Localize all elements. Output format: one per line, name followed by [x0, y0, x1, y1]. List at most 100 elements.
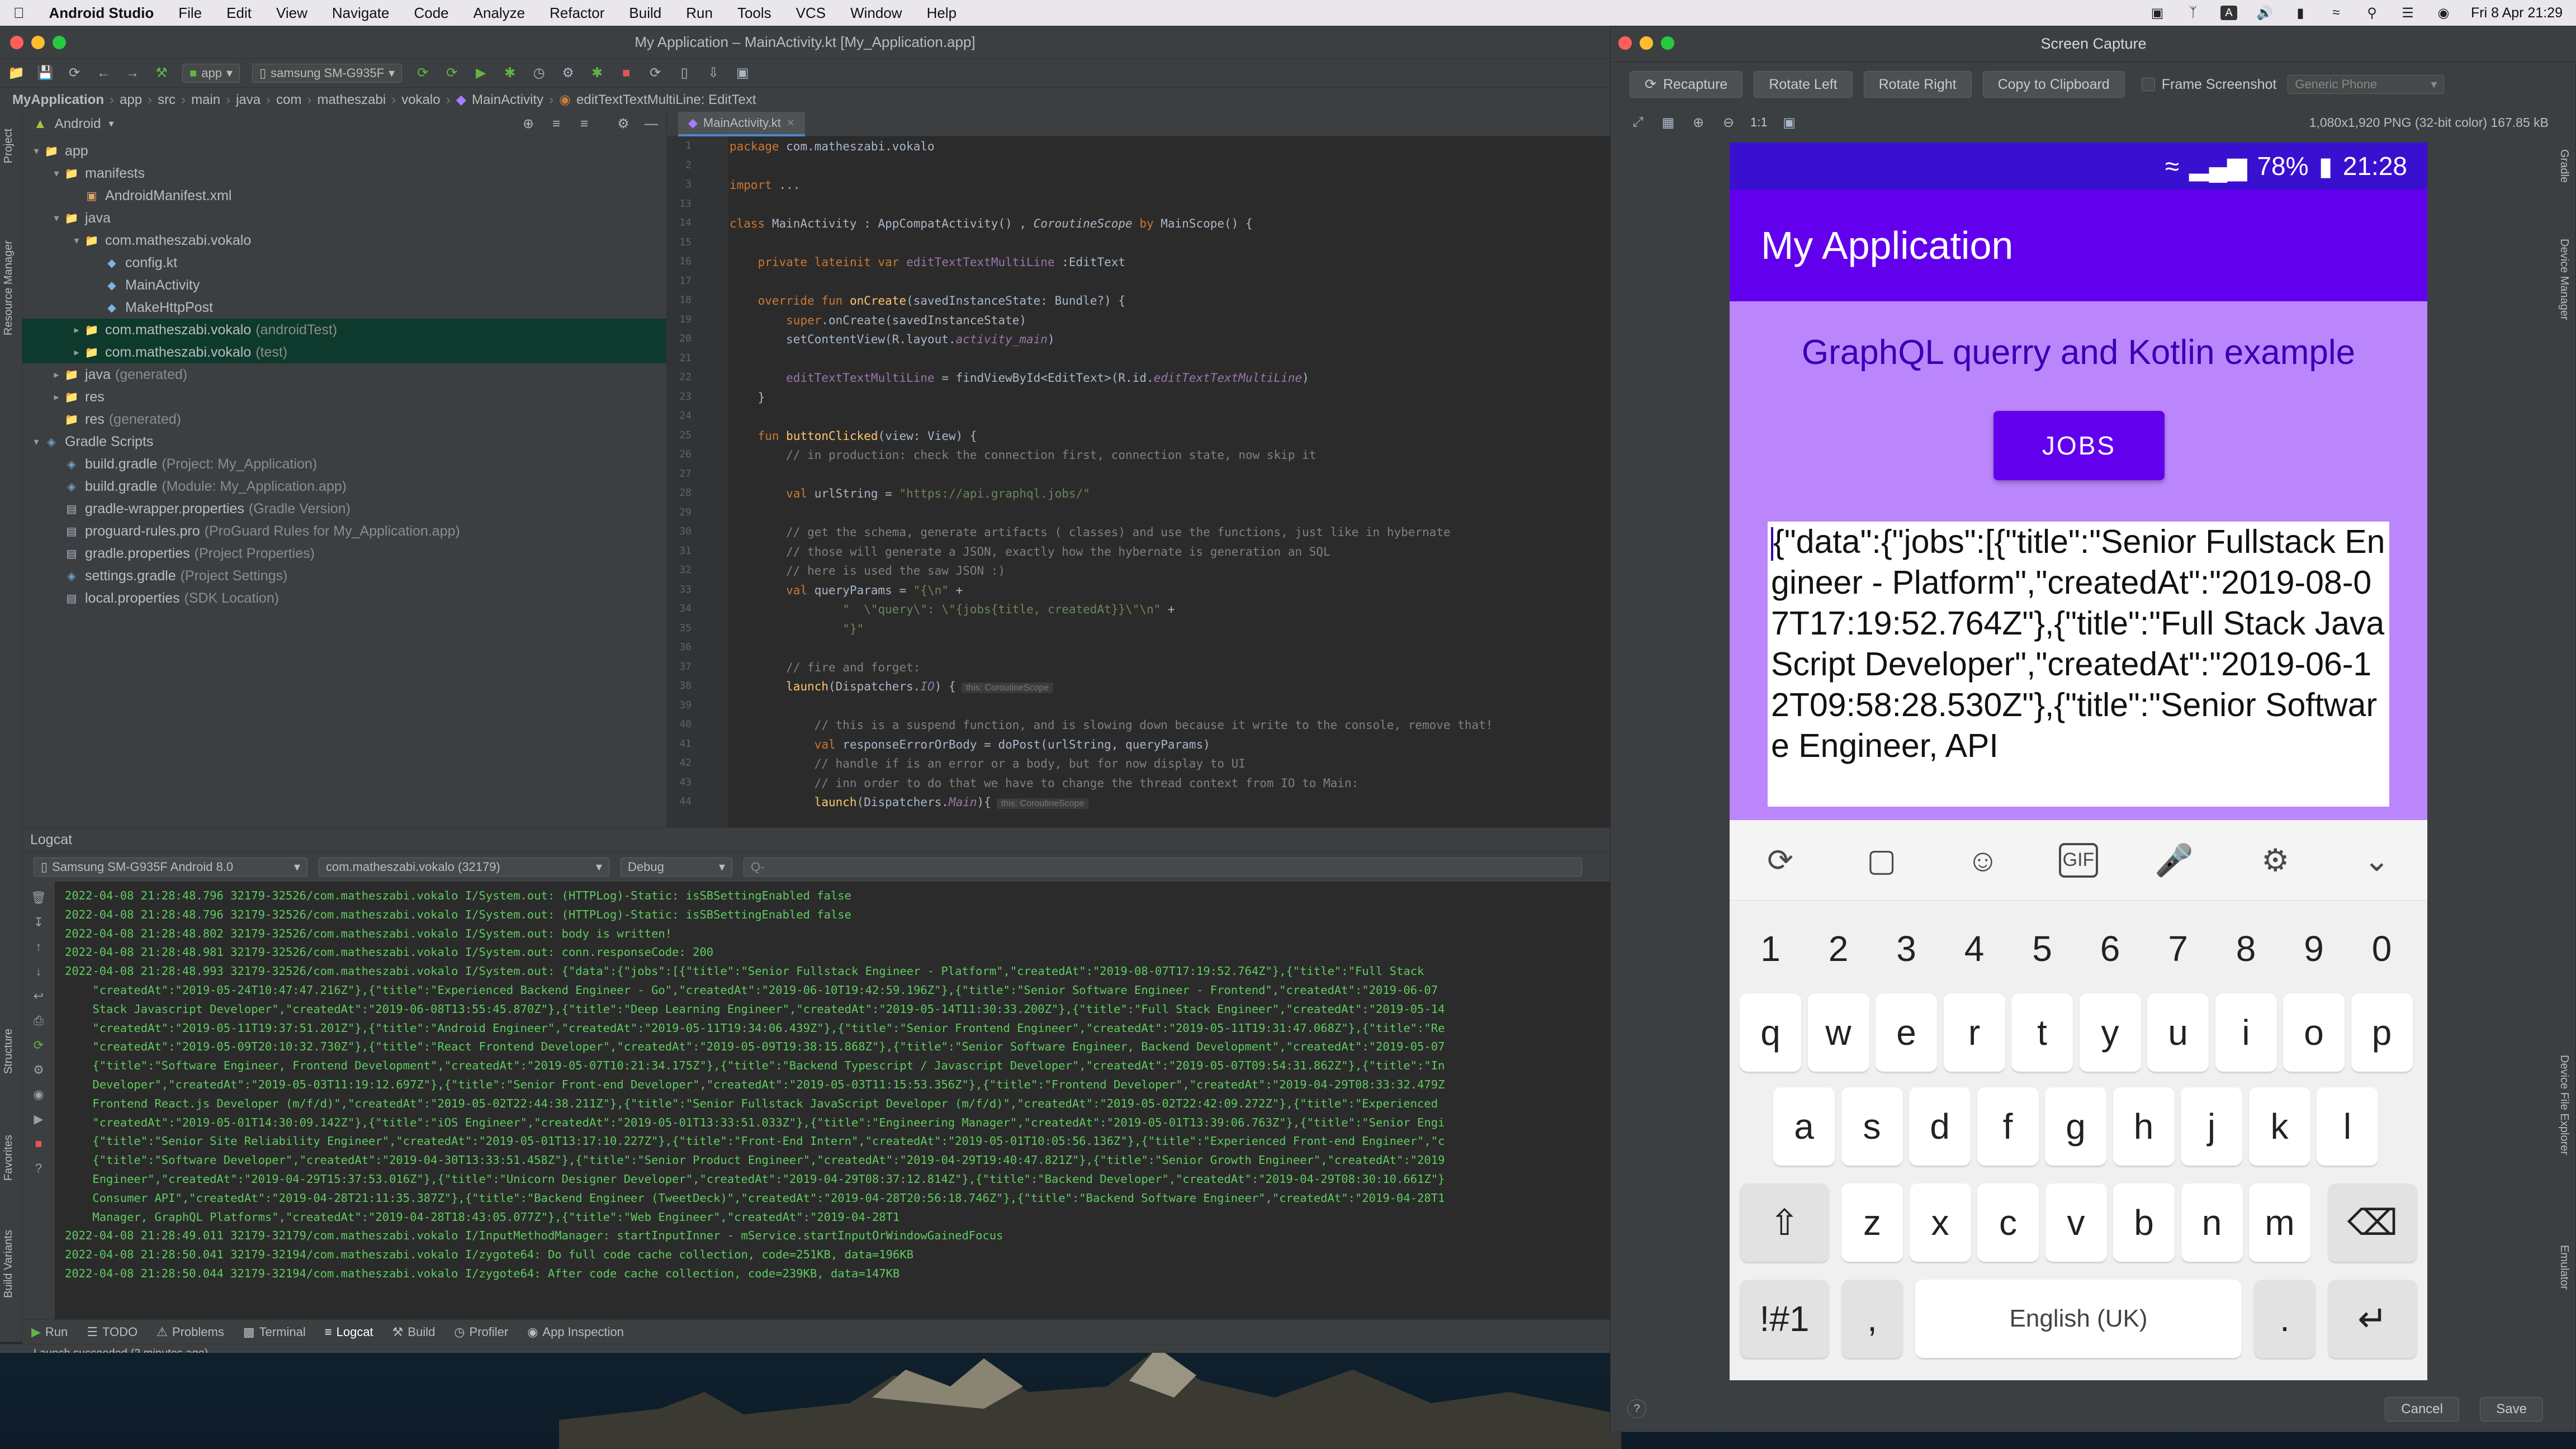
logcat-search-input[interactable]: Q-: [744, 857, 1582, 877]
menu-edit[interactable]: Edit: [226, 4, 252, 22]
menu-help[interactable]: Help: [927, 4, 956, 22]
letter-key[interactable]: n: [2181, 1183, 2243, 1262]
letter-key[interactable]: v: [2045, 1183, 2107, 1262]
letter-key[interactable]: q: [1740, 993, 1801, 1072]
menu-build[interactable]: Build: [629, 4, 661, 22]
image-icon[interactable]: ▣: [1781, 114, 1798, 131]
tree-item[interactable]: ◈ settings.gradle (Project Settings): [22, 565, 666, 587]
tree-item[interactable]: 📁 res (generated): [22, 408, 666, 430]
recapture-button[interactable]: ⟳ Recapture: [1630, 71, 1743, 98]
menu-code[interactable]: Code: [414, 4, 448, 22]
sdk-manager-icon[interactable]: ⇩: [705, 65, 722, 82]
letter-key[interactable]: f: [1977, 1087, 2039, 1166]
zoom-level[interactable]: 1:1: [1750, 115, 1768, 130]
expand-arrow-icon[interactable]: ▾: [49, 212, 64, 224]
gif-icon[interactable]: GIF: [2058, 842, 2098, 878]
period-key[interactable]: .: [2254, 1280, 2315, 1358]
gear-icon[interactable]: ⚙: [615, 116, 632, 132]
expand-arrow-icon[interactable]: ▸: [69, 347, 84, 358]
attach-icon[interactable]: ⚙: [560, 65, 576, 82]
tree-item[interactable]: ▾ 📁 manifests: [22, 162, 666, 184]
debug-attach-icon[interactable]: ✱: [589, 65, 605, 82]
close-icon[interactable]: ✕: [787, 117, 795, 129]
number-key[interactable]: 8: [2215, 915, 2277, 982]
expand-arrow-icon[interactable]: ▾: [69, 235, 84, 247]
tree-item[interactable]: ▸ 📁 com.matheszabi.vokalo (test): [22, 341, 666, 363]
logcat-device-select[interactable]: ▯ Samsung SM-G935F Android 8.0 ▾: [34, 857, 307, 877]
breadcrumb-item[interactable]: java: [236, 92, 261, 108]
menu-view[interactable]: View: [276, 4, 307, 22]
hide-icon[interactable]: —: [643, 116, 660, 132]
tab-build-variants[interactable]: Build Variants: [2, 1230, 15, 1298]
menu-file[interactable]: File: [178, 4, 202, 22]
menu-analyze[interactable]: Analyze: [473, 4, 525, 22]
tree-item[interactable]: ▤ proguard-rules.pro (ProGuard Rules for M…: [22, 520, 666, 542]
minimize-icon[interactable]: [1640, 36, 1653, 50]
gear-icon[interactable]: ⚙: [2250, 835, 2300, 886]
grid-icon[interactable]: ▦: [1660, 114, 1677, 131]
tab-project[interactable]: Project: [2, 129, 15, 163]
expand-arrow-icon[interactable]: ▾: [29, 436, 44, 448]
backspace-key[interactable]: ⌫: [2328, 1183, 2417, 1262]
apply-changes-icon[interactable]: ⟳: [414, 65, 431, 82]
letter-key[interactable]: b: [2113, 1183, 2175, 1262]
checkbox[interactable]: [2141, 78, 2155, 91]
logcat-level-select[interactable]: Debug ▾: [621, 857, 732, 877]
letter-key[interactable]: c: [1977, 1183, 2039, 1262]
breadcrumb-item[interactable]: MyApplication: [12, 92, 104, 108]
symbols-key[interactable]: !#1: [1740, 1280, 1829, 1358]
zoom-icon[interactable]: [1661, 36, 1674, 50]
logcat-output[interactable]: 2022-04-08 21:28:48.796 32179-32526/com.…: [22, 886, 1610, 1280]
number-key[interactable]: 5: [2011, 915, 2073, 982]
number-key[interactable]: 0: [2351, 915, 2413, 982]
multiline-edit-text[interactable]: {"data":{"jobs":[{"title":"Senior Fullst…: [1768, 522, 2389, 807]
translate-icon[interactable]: ⟳: [1755, 835, 1806, 886]
device-select[interactable]: ▯ samsung SM-G935F ▾: [252, 63, 402, 83]
tab-mainactivity[interactable]: ◆ MainActivity.kt ✕: [678, 112, 805, 136]
letter-key[interactable]: h: [2113, 1087, 2175, 1166]
copy-clipboard-button[interactable]: Copy to Clipboard: [1982, 71, 2125, 98]
tree-item[interactable]: ▤ gradle-wrapper.properties (Gradle Versio…: [22, 498, 666, 520]
a-icon[interactable]: A: [2220, 6, 2238, 20]
save-icon[interactable]: 💾: [37, 65, 54, 82]
tab-logcat[interactable]: ≡ Logcat: [325, 1325, 373, 1339]
volume-icon[interactable]: 🔊: [2256, 6, 2273, 21]
bluetooth-icon[interactable]: ᛉ: [2185, 5, 2201, 20]
breadcrumb-item[interactable]: editTextTextMultiLine: EditText: [576, 92, 756, 108]
breadcrumb-item[interactable]: src: [158, 92, 176, 108]
layout-inspector-icon[interactable]: ▣: [734, 65, 751, 82]
tab-profiler[interactable]: ◷ Profiler: [454, 1325, 508, 1339]
letter-key[interactable]: r: [1943, 993, 2005, 1072]
tab-structure[interactable]: Structure: [2, 1029, 15, 1074]
menu-window[interactable]: Window: [850, 4, 902, 22]
tab-device-file-explorer[interactable]: Device File Explorer: [2558, 1055, 2570, 1155]
zoom-out-icon[interactable]: ⊖: [1720, 114, 1737, 131]
breadcrumb-item[interactable]: app: [120, 92, 142, 108]
forward-icon[interactable]: →: [124, 65, 141, 82]
shield-icon[interactable]: ▣: [2149, 6, 2166, 21]
number-key[interactable]: 9: [2283, 915, 2345, 982]
expand-all-icon[interactable]: ≡: [548, 116, 565, 132]
search-icon[interactable]: ⚲: [2364, 6, 2380, 21]
number-key[interactable]: 1: [1740, 915, 1801, 982]
sync-icon[interactable]: ⟳: [66, 65, 83, 82]
chevron-down-icon[interactable]: ▾: [109, 118, 114, 130]
comma-key[interactable]: ,: [1841, 1280, 1903, 1358]
tree-item[interactable]: ▾ ◈ Gradle Scripts: [22, 430, 666, 453]
rotate-left-button[interactable]: Rotate Left: [1754, 71, 1853, 98]
avd-manager-icon[interactable]: ▯: [676, 65, 693, 82]
stop-icon[interactable]: ■: [618, 65, 634, 82]
back-icon[interactable]: ←: [95, 65, 112, 82]
project-view-select[interactable]: Android: [55, 116, 101, 132]
menu-navigate[interactable]: Navigate: [332, 4, 390, 22]
sticker-icon[interactable]: ▢: [1857, 835, 1907, 886]
collapse-all-icon[interactable]: ≡: [576, 116, 593, 132]
battery-icon[interactable]: ▮: [2292, 6, 2309, 21]
tab-emulator[interactable]: Emulator: [2558, 1245, 2570, 1290]
tree-item[interactable]: ▾ 📁 java: [22, 207, 666, 229]
number-key[interactable]: 2: [1808, 915, 1869, 982]
tree-item[interactable]: ◈ build.gradle (Project: My_Application): [22, 453, 666, 475]
number-key[interactable]: 4: [1944, 915, 2005, 982]
code-area[interactable]: package com.matheszabi.vokalo import ... c…: [667, 136, 1610, 827]
tab-favorites[interactable]: Favorites: [2, 1135, 15, 1181]
